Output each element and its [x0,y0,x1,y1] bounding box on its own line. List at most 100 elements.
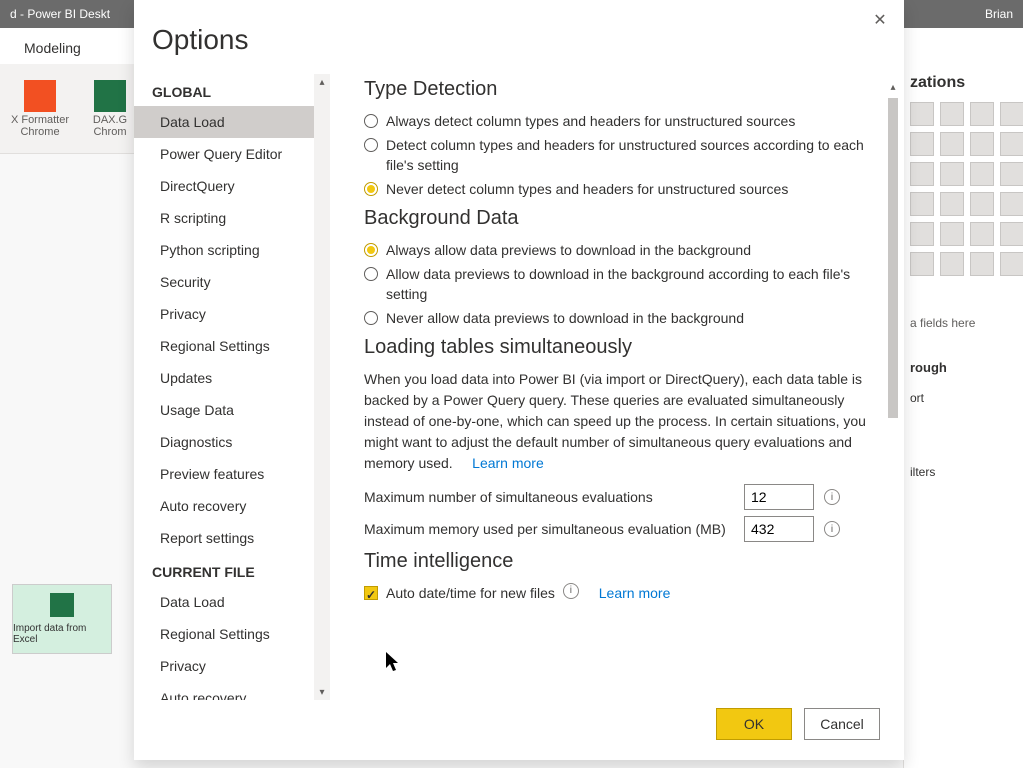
nav-item-security[interactable]: Security [134,266,324,298]
learn-more-link[interactable]: Learn more [599,583,671,603]
dialog-body: GLOBAL Data Load Power Query Editor Dire… [134,74,904,700]
scrollbar-track[interactable] [888,98,898,700]
excel-icon [50,593,74,617]
max-evaluations-label: Maximum number of simultaneous evaluatio… [364,489,734,505]
ribbon-btn-label: DAX.G [93,114,127,126]
viz-type-icon[interactable] [970,222,994,246]
radio-label: Detect column types and headers for unst… [386,135,876,175]
nav-item-r-scripting[interactable]: R scripting [134,202,324,234]
viz-type-icon[interactable] [970,102,994,126]
content-scrollbar[interactable]: ▴ ▾ [886,80,900,700]
drillthrough-header: rough [910,360,1017,375]
nav-scrollbar[interactable]: ▴ ▾ [314,74,330,700]
viz-type-icon[interactable] [940,102,964,126]
import-excel-tile[interactable]: Import data from Excel [12,584,112,654]
radio-label: Never detect column types and headers fo… [386,179,788,199]
viz-type-icon[interactable] [940,222,964,246]
chevron-down-icon[interactable]: ▾ [314,684,330,700]
cancel-label: Cancel [820,716,864,732]
viz-type-icon[interactable] [940,192,964,216]
ok-button[interactable]: OK [716,708,792,740]
chevron-up-icon[interactable]: ▴ [314,74,330,90]
bg-data-never[interactable]: Never allow data previews to download in… [364,308,876,328]
time-intelligence-heading: Time intelligence [364,550,876,573]
filters-item: ilters [910,465,1017,479]
ribbon-btn-sublabel: Chrome [20,126,59,138]
ok-label: OK [744,716,764,732]
learn-more-link[interactable]: Learn more [472,455,544,471]
nav-section-current-file: CURRENT FILE [134,554,324,586]
viz-type-icon[interactable] [1000,132,1023,156]
nav-item-auto-recovery[interactable]: Auto recovery [134,490,324,522]
bg-data-always[interactable]: Always allow data previews to download i… [364,240,876,260]
max-memory-label: Maximum memory used per simultaneous eva… [364,521,734,537]
ribbon-btn-formatter[interactable]: X Formatter Chrome [10,80,70,138]
viz-type-icon[interactable] [1000,222,1023,246]
viz-type-icon[interactable] [970,192,994,216]
max-evaluations-input[interactable] [744,484,814,510]
max-memory-input[interactable] [744,516,814,542]
cancel-button[interactable]: Cancel [804,708,880,740]
viz-type-icon[interactable] [910,162,934,186]
options-nav: GLOBAL Data Load Power Query Editor Dire… [134,74,330,700]
nav-item-privacy[interactable]: Privacy [134,298,324,330]
viz-type-icon[interactable] [910,132,934,156]
type-detection-heading: Type Detection [364,78,876,101]
nav-item-updates[interactable]: Updates [134,362,324,394]
viz-type-icon[interactable] [1000,102,1023,126]
type-detect-always[interactable]: Always detect column types and headers f… [364,111,876,131]
nav-item-cf-data-load[interactable]: Data Load [134,586,324,618]
titlebar-left: d - Power BI Deskt [10,7,110,21]
type-detect-per-file[interactable]: Detect column types and headers for unst… [364,135,876,175]
viz-type-icon[interactable] [910,252,934,276]
nav-item-power-query[interactable]: Power Query Editor [134,138,324,170]
nav-item-diagnostics[interactable]: Diagnostics [134,426,324,458]
nav-item-report-settings[interactable]: Report settings [134,522,324,554]
nav-item-usage-data[interactable]: Usage Data [134,394,324,426]
viz-type-icon[interactable] [940,162,964,186]
tile-label: Import data from Excel [13,623,111,645]
nav-item-preview-features[interactable]: Preview features [134,458,324,490]
viz-type-icon[interactable] [970,162,994,186]
info-icon[interactable]: i [563,583,579,599]
chevron-up-icon[interactable]: ▴ [886,80,900,94]
ribbon-btn-dax[interactable]: DAX.G Chrom [80,80,140,138]
viz-type-icon[interactable] [1000,162,1023,186]
viz-type-icon[interactable] [970,252,994,276]
dialog-footer: OK Cancel [134,700,904,760]
viz-gallery [910,102,1017,276]
radio-icon [364,243,378,257]
auto-date-time-row[interactable]: Auto date/time for new files i Learn mor… [364,583,876,603]
dialog-title: Options [134,0,904,74]
nav-item-data-load[interactable]: Data Load [134,106,324,138]
formatter-icon [24,80,56,112]
titlebar-right: Brian [985,7,1013,21]
nav-item-cf-privacy[interactable]: Privacy [134,650,324,682]
ribbon-tab-modeling[interactable]: Modeling [10,32,95,64]
viz-type-icon[interactable] [970,132,994,156]
radio-icon [364,138,378,152]
info-icon[interactable]: i [824,489,840,505]
pane-header: zations [910,74,1017,92]
scrollbar-thumb[interactable] [888,98,898,418]
viz-type-icon[interactable] [910,192,934,216]
info-icon[interactable]: i [824,521,840,537]
close-button[interactable]: ✕ [870,10,890,30]
viz-type-icon[interactable] [910,222,934,246]
nav-item-python-scripting[interactable]: Python scripting [134,234,324,266]
viz-type-icon[interactable] [1000,252,1023,276]
nav-item-directquery[interactable]: DirectQuery [134,170,324,202]
nav-item-regional[interactable]: Regional Settings [134,330,324,362]
radio-label: Never allow data previews to download in… [386,308,744,328]
viz-type-icon[interactable] [1000,192,1023,216]
drill-item: ort [910,391,1017,405]
fields-hint: a fields here [910,316,1017,330]
nav-item-cf-auto-recovery[interactable]: Auto recovery [134,682,324,700]
bg-data-per-file[interactable]: Allow data previews to download in the b… [364,264,876,304]
max-evaluations-row: Maximum number of simultaneous evaluatio… [364,484,876,510]
nav-item-cf-regional[interactable]: Regional Settings [134,618,324,650]
viz-type-icon[interactable] [940,132,964,156]
type-detect-never[interactable]: Never detect column types and headers fo… [364,179,876,199]
viz-type-icon[interactable] [940,252,964,276]
viz-type-icon[interactable] [910,102,934,126]
